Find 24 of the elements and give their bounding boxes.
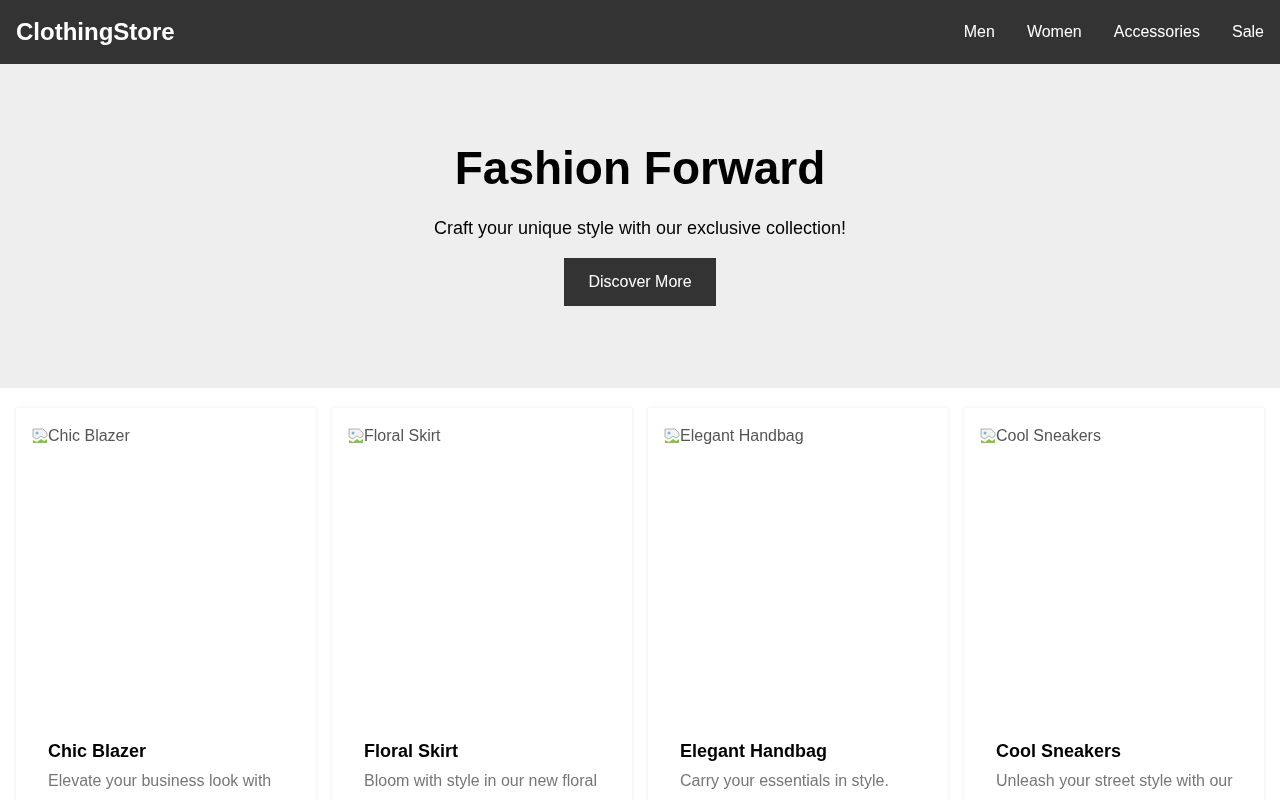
product-name: Cool Sneakers	[996, 740, 1123, 763]
hero-subtitle: Craft your unique style with our exclusive collection!	[433, 216, 847, 240]
product-name: Floral Skirt	[364, 740, 460, 763]
broken-image-icon	[980, 428, 996, 444]
discover-button[interactable]: Discover More	[564, 257, 716, 306]
image-alt-text: Elegant Handbag	[680, 426, 804, 446]
product-description: Elevate your business look with	[48, 771, 273, 791]
product-name: Elegant Handbag	[680, 740, 828, 763]
broken-image-icon	[348, 428, 364, 444]
hero-title: Fashion Forward	[454, 141, 826, 196]
nav-link[interactable]: Men	[963, 20, 995, 44]
nav-link[interactable]: Women	[1026, 20, 1082, 44]
image-alt-text: Chic Blazer	[48, 426, 130, 446]
broken-image-icon	[32, 428, 48, 444]
image-alt-text: Cool Sneakers	[996, 426, 1101, 446]
broken-image-icon	[664, 428, 680, 444]
product-name: Chic Blazer	[48, 740, 148, 763]
store-logo[interactable]: ClothingStore	[16, 16, 175, 48]
product-description: Carry your essentials in style.	[680, 771, 890, 791]
product-description: Unleash your street style with our	[996, 771, 1232, 791]
nav-link[interactable]: Accessories	[1113, 20, 1200, 44]
product-description: Bloom with style in our new floral	[364, 771, 598, 791]
image-alt-text: Floral Skirt	[364, 426, 441, 446]
nav-link[interactable]: Sale	[1231, 20, 1264, 44]
